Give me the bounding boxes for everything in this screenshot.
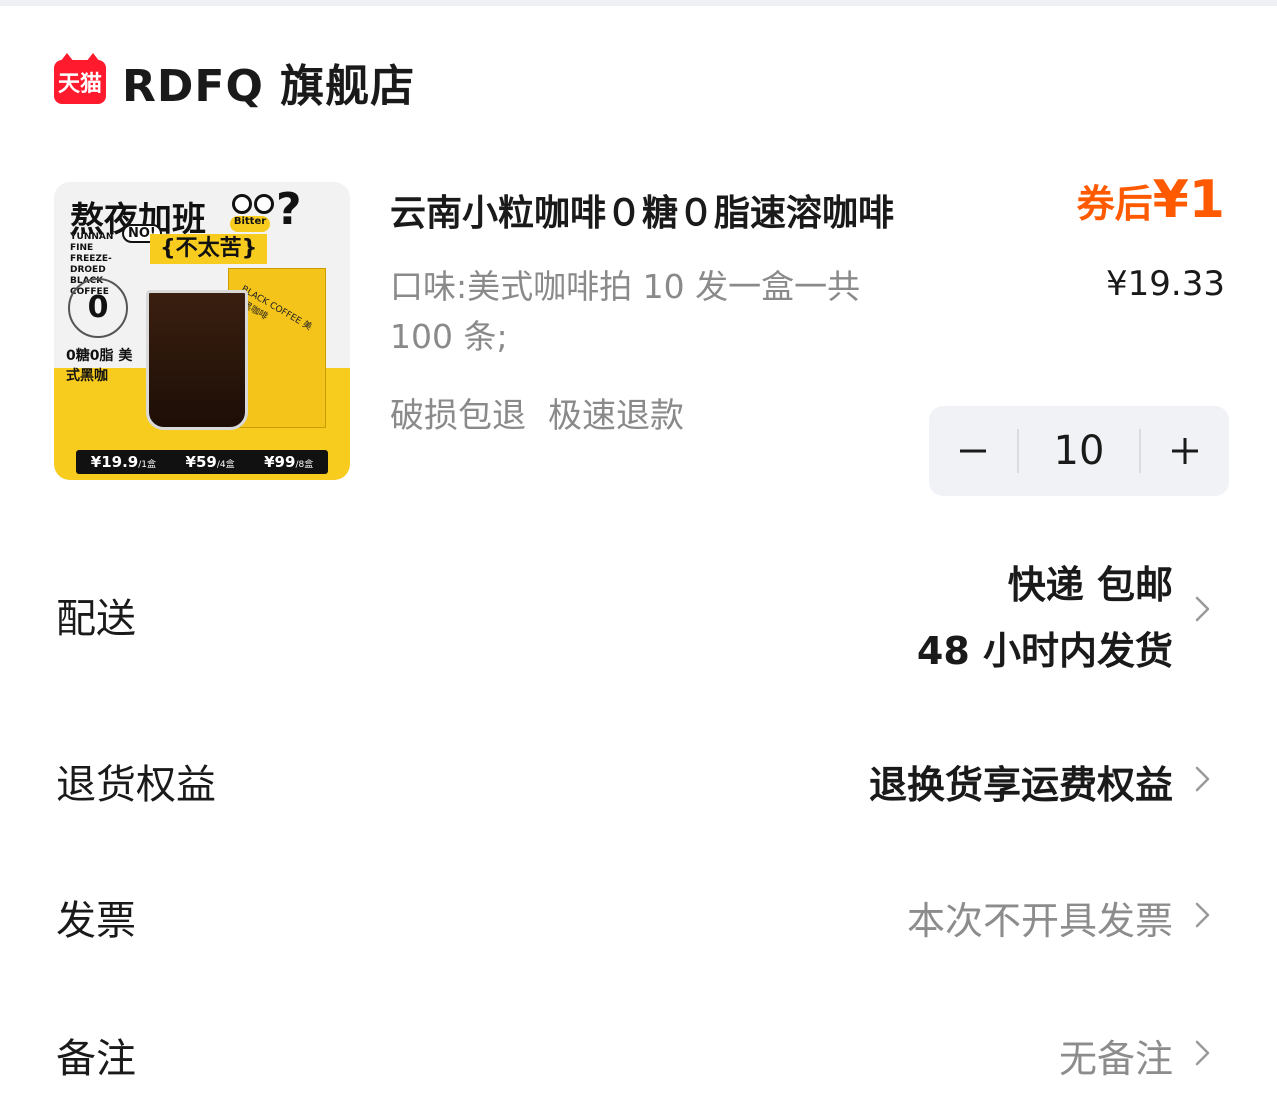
order-card: 天猫 RDFQ 旗舰店 熬夜加班 ? Bitter YUNNAN FINE FR… [0, 6, 1277, 1117]
coupon-amount: ¥1 [1152, 170, 1225, 230]
returns-label: 退货权益 [56, 762, 216, 808]
image-bitter-tag: Bitter [230, 216, 270, 232]
invoice-row[interactable]: 发票 本次不开具发票 [0, 882, 1277, 952]
decrease-button[interactable] [929, 406, 1017, 496]
plus-icon [1172, 438, 1198, 464]
increase-button[interactable] [1141, 406, 1229, 496]
coupon-label: 券后 [1076, 182, 1153, 226]
service-tags: 破损包退 极速退款 [390, 388, 684, 437]
delivery-label: 配送 [56, 596, 136, 642]
chevron-right-icon [1185, 762, 1219, 796]
product-title[interactable]: 云南小粒咖啡０糖０脂速溶咖啡 [390, 184, 894, 236]
note-row[interactable]: 备注 无备注 [0, 1020, 1277, 1090]
eyes-icon [232, 194, 278, 216]
invoice-value: 本次不开具发票 [906, 899, 1173, 943]
image-price-2: ¥59/4盒 [185, 453, 235, 471]
quantity-value[interactable]: 10 [1019, 428, 1139, 474]
image-price-strip: ¥19.9/1盒 ¥59/4盒 ¥99/8盒 [76, 450, 328, 474]
store-header[interactable]: 天猫 RDFQ 旗舰店 [54, 50, 415, 114]
store-name[interactable]: RDFQ 旗舰店 [122, 50, 415, 114]
minus-icon [960, 449, 986, 453]
returns-row[interactable]: 退货权益 退换货享运费权益 [0, 746, 1277, 816]
image-question: ? [276, 184, 302, 235]
image-zero-circle: 0 [68, 278, 128, 338]
tmall-logo-icon: 天猫 [54, 53, 106, 104]
product-flavor[interactable]: 口味:美式咖啡拍 10 发一盒一共 100 条; [390, 262, 930, 362]
delivery-row[interactable]: 配送 快递 包邮 48 小时内发货 [0, 546, 1277, 686]
quantity-stepper: 10 [929, 406, 1229, 496]
image-zero-text: 0糖0脂 美式黑咖 [66, 348, 133, 384]
image-not-bitter: {不太苦} [150, 234, 268, 264]
delivery-method: 快递 包邮 [1007, 563, 1173, 607]
invoice-label: 发票 [56, 898, 136, 944]
product-price: ¥19.33 [1106, 264, 1225, 304]
image-price-3: ¥99/8盒 [264, 453, 314, 471]
tag-damage-return: 破损包退 [390, 396, 526, 436]
note-value: 无备注 [1058, 1037, 1173, 1081]
chevron-right-icon [1185, 1036, 1219, 1070]
coffee-glass-graphic [146, 290, 248, 430]
chevron-right-icon [1185, 898, 1219, 932]
note-label: 备注 [56, 1036, 136, 1082]
returns-value: 退换货享运费权益 [868, 763, 1173, 807]
chevron-right-icon [1185, 592, 1219, 626]
delivery-time: 48 小时内发货 [916, 629, 1173, 673]
coupon-price: 券后¥1 [1077, 170, 1225, 230]
image-price-1: ¥19.9/1盒 [90, 453, 156, 471]
tag-fast-refund: 极速退款 [548, 396, 684, 436]
product-image[interactable]: 熬夜加班 ? Bitter YUNNAN FINE FREEZE-DROED B… [54, 182, 350, 480]
